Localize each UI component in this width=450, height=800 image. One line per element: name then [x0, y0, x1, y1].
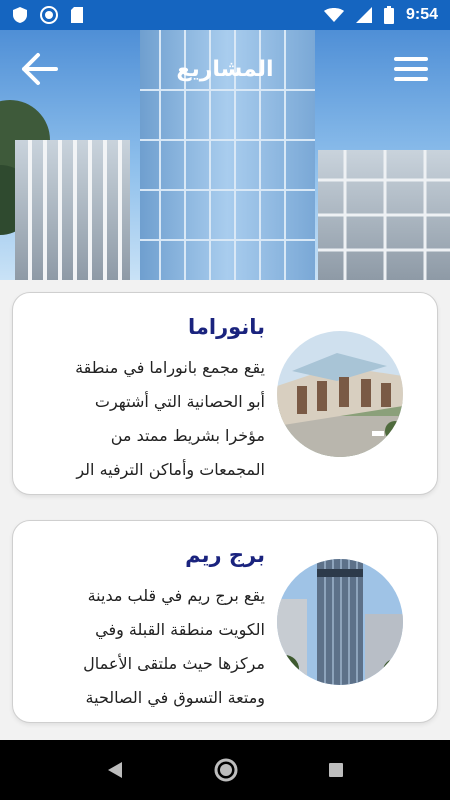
- description-line: يقع برج ريم في قلب مدينة: [87, 586, 265, 605]
- menu-button[interactable]: [392, 54, 430, 84]
- status-left: [12, 6, 84, 24]
- description-line: يقع مجمع بانوراما في منطقة: [75, 358, 265, 377]
- status-time: 9:54: [405, 6, 438, 23]
- description-line: مؤخرا بشريط ممتد من: [110, 426, 265, 445]
- project-image: [277, 331, 403, 457]
- navigation-bar: [0, 740, 450, 800]
- project-image: [277, 559, 403, 685]
- battery-icon: [383, 6, 394, 24]
- header-banner: المشاريع: [0, 30, 450, 280]
- wifi-icon: [323, 8, 344, 22]
- project-card-reem-tower[interactable]: برج ريم يقع برج ريم في قلب مدينة الكويت …: [12, 520, 438, 723]
- back-triangle-icon[interactable]: [104, 759, 126, 781]
- sd-card-icon: [71, 7, 83, 23]
- page-title: المشاريع: [176, 57, 274, 82]
- description-line: الكويت منطقة القبلة وفي: [95, 620, 265, 639]
- project-title: بانوراما: [188, 315, 265, 339]
- reem-tower-image: [277, 559, 403, 685]
- project-description: يقع مجمع بانوراما في منطقة أبو الحصانية …: [25, 351, 265, 487]
- project-card-panorama[interactable]: بانوراما يقع مجمع بانوراما في منطقة أبو …: [12, 292, 438, 495]
- shield-icon: [13, 7, 27, 23]
- hamburger-menu-icon: [394, 57, 428, 81]
- circle-icon: [40, 6, 58, 24]
- recents-square-icon[interactable]: [326, 760, 346, 780]
- home-circle-icon[interactable]: [213, 757, 239, 783]
- status-right: 9:54: [323, 6, 438, 24]
- status-bar: 9:54: [0, 0, 450, 30]
- project-title: برج ريم: [185, 543, 265, 567]
- description-line: المجمعات وأماكن الترفيه الر: [76, 460, 265, 479]
- signal-icon: [355, 7, 372, 23]
- description-line: ومتعة التسوق في الصالحية: [85, 688, 265, 707]
- description-line: مركزها حيث ملتقى الأعمال: [83, 654, 265, 673]
- description-line: أبو الحصانية التي أشتهرت: [94, 392, 265, 411]
- panorama-building-image: [277, 331, 403, 457]
- project-description: يقع برج ريم في قلب مدينة الكويت منطقة ال…: [25, 579, 265, 715]
